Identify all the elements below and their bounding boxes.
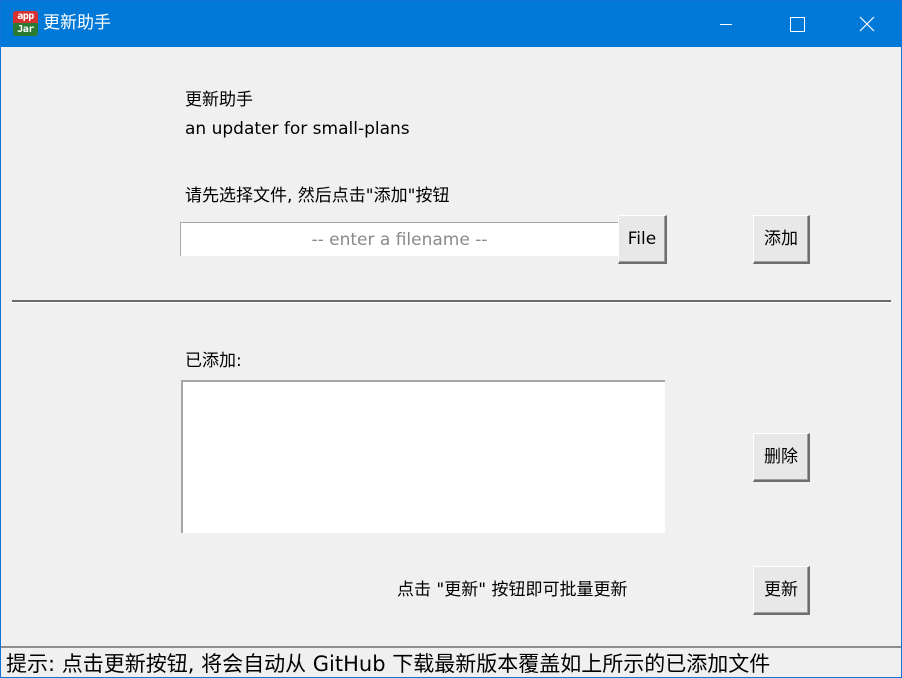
add-button[interactable]: 添加 <box>753 215 810 264</box>
update-button[interactable]: 更新 <box>753 566 810 615</box>
delete-button[interactable]: 删除 <box>753 433 810 482</box>
app-heading: 更新助手 <box>185 90 253 110</box>
minimize-icon <box>720 24 732 25</box>
app-subtitle: an updater for small-plans <box>185 119 410 139</box>
added-files-list[interactable] <box>181 380 665 533</box>
added-files-label: 已添加: <box>185 351 242 371</box>
filename-input[interactable] <box>180 222 618 256</box>
appjar-icon-top: app <box>13 11 38 23</box>
file-browse-button[interactable]: File <box>618 215 667 264</box>
appjar-icon-bottom: Jar <box>13 23 38 36</box>
status-bar: 提示: 点击更新按钮, 将会自动从 GitHub 下载最新版本覆盖如上所示的已添… <box>1 646 901 677</box>
status-text: 提示: 点击更新按钮, 将会自动从 GitHub 下载最新版本覆盖如上所示的已添… <box>6 652 771 676</box>
window-title: 更新助手 <box>43 13 111 33</box>
update-hint: 点击 "更新" 按钮即可批量更新 <box>397 580 628 600</box>
maximize-button[interactable] <box>761 1 831 47</box>
minimize-button[interactable] <box>691 1 761 47</box>
close-button[interactable] <box>831 1 901 47</box>
title-bar[interactable]: app Jar 更新助手 <box>1 1 901 47</box>
close-icon <box>859 16 875 32</box>
appjar-icon: app Jar <box>13 11 38 36</box>
section-divider <box>12 300 891 303</box>
app-window: app Jar 更新助手 更新助手 an updater for small-p… <box>0 0 902 678</box>
maximize-icon <box>790 17 805 32</box>
select-instruction: 请先选择文件, 然后点击"添加"按钮 <box>185 186 450 206</box>
